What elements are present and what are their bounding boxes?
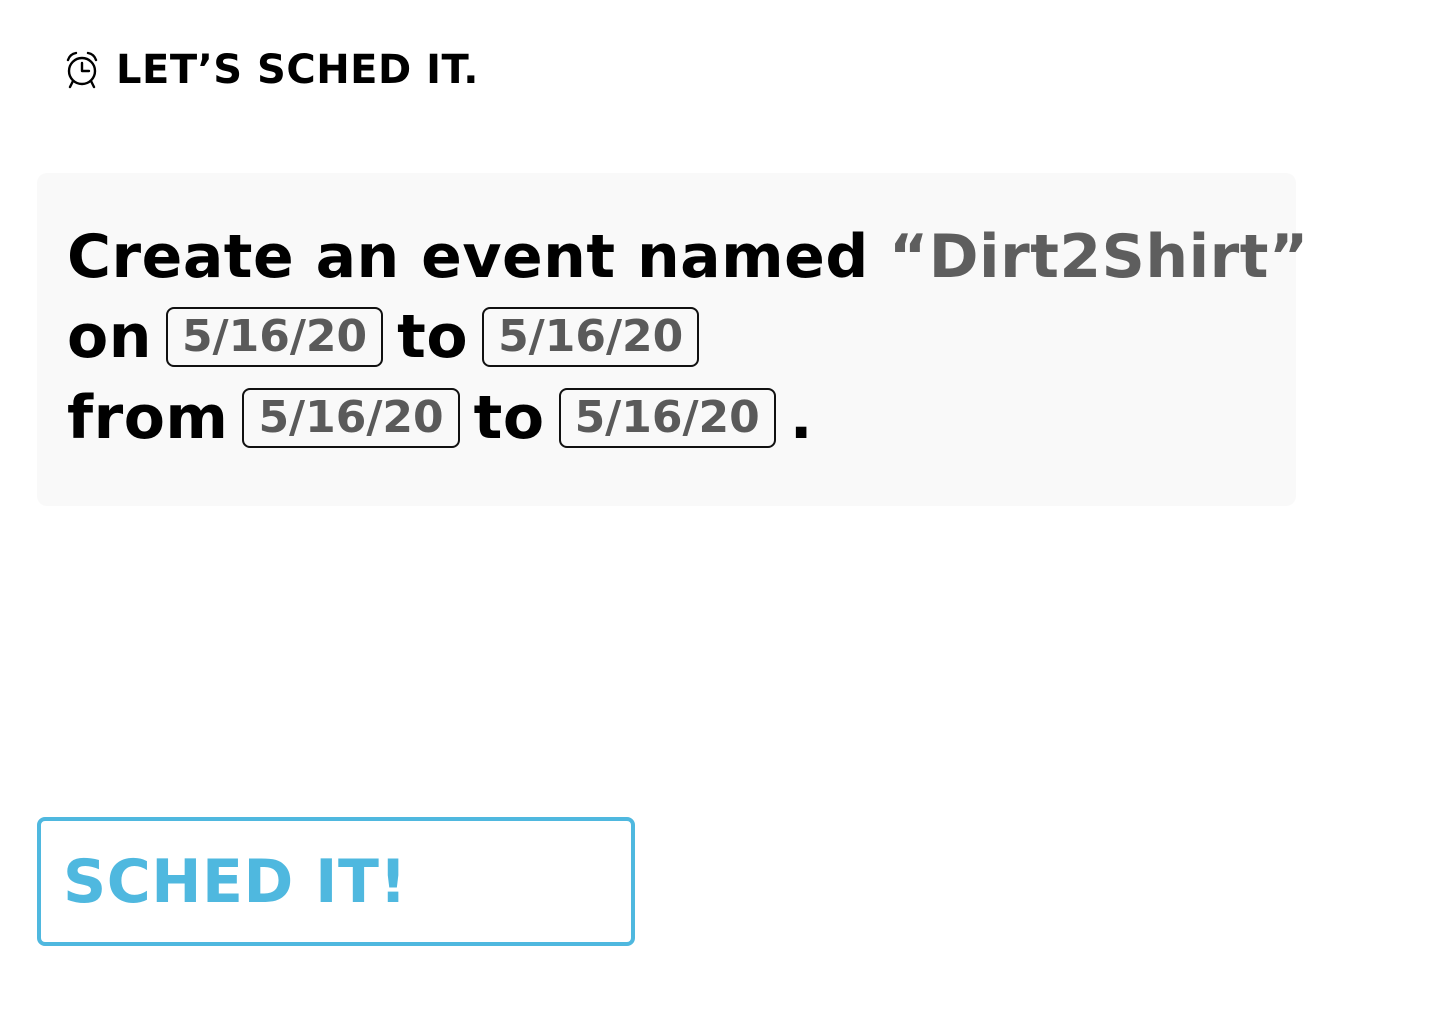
alarm-clock-icon	[64, 50, 100, 90]
to-label-second: to	[473, 383, 545, 453]
event-sentence-card: Create an event named “Dirt2Shirt” on 5/…	[37, 173, 1308, 506]
sentence-period: .	[789, 383, 814, 453]
sched-it-button[interactable]: SCHED IT!	[37, 817, 635, 946]
sched-it-button-label: SCHED IT!	[63, 846, 408, 917]
to-label: to	[397, 302, 469, 372]
end-date-field[interactable]: 5/16/20	[482, 307, 700, 367]
sentence-line-event-name: Create an event named “Dirt2Shirt”	[67, 221, 1309, 293]
sentence-line-times: from 5/16/20 to 5/16/20 .	[67, 382, 813, 454]
to-field[interactable]: 5/16/20	[558, 388, 776, 448]
app-header: LET’S SCHED IT.	[64, 46, 479, 94]
on-label: on	[67, 302, 152, 372]
sentence-line-dates: on 5/16/20 to 5/16/20	[67, 301, 713, 373]
app-title: LET’S SCHED IT.	[116, 47, 479, 93]
from-label: from	[67, 383, 229, 453]
create-event-prefix: Create an event named	[67, 222, 869, 292]
event-name-field[interactable]: “Dirt2Shirt”	[889, 221, 1309, 293]
start-date-field[interactable]: 5/16/20	[165, 307, 384, 367]
from-field[interactable]: 5/16/20	[242, 388, 460, 448]
